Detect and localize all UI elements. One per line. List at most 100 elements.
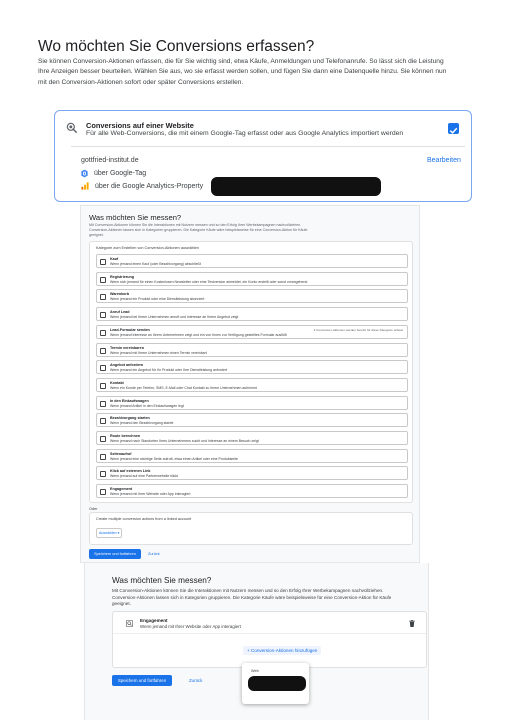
category-icon <box>100 418 106 425</box>
save-continue-button[interactable]: Speichern und fortfahren <box>89 549 141 559</box>
conversion-location-section: Wo möchten Sie Conversions erfassen? Sie… <box>0 0 509 205</box>
description-line: Mit Conversion-Aktionen können Sie die I… <box>112 588 384 593</box>
category-title: Seitenaufruf <box>110 451 132 456</box>
save-continue-button[interactable]: Speichern und fortfahren <box>112 675 172 686</box>
section-title: Was möchten Sie messen? <box>89 213 182 222</box>
category-description: Wenn jemand ein Angebot für Ihr Produkt … <box>110 368 228 373</box>
trash-icon[interactable] <box>409 620 415 627</box>
website-conversions-card[interactable]: Conversions auf einer Website Für alle W… <box>54 110 472 202</box>
source-dropdown-menu: Web <box>242 663 309 704</box>
category-title: Kontakt <box>110 380 124 385</box>
category-description: Wenn jemand Artikel in den Einkaufswagen… <box>110 403 184 408</box>
description-line: Ihre Anzeigen besser beurteilen. Wählen … <box>38 68 447 76</box>
category-title: Kauf <box>110 257 119 261</box>
category-description: Wenn jemand einen Kauf (oder Bezahlvorga… <box>110 262 201 266</box>
category-option[interactable]: Bezahlvorgang starten Wenn jemand den Bez… <box>96 413 408 428</box>
category-title: Registrierung <box>110 274 134 279</box>
category-option[interactable]: Kontakt Wenn ein Kunde per Telefon, SMS, … <box>96 377 408 392</box>
linked-account-text: Create multiple conversion actions from … <box>96 517 192 521</box>
category-option[interactable]: Lead-Formular senden Wenn jemand Interess… <box>96 324 408 339</box>
category-description: Wenn jemand eine wichtige Seite aufruft,… <box>110 456 238 461</box>
checkmark-icon <box>449 127 458 134</box>
description-line: mit den Conversion-Aktionen sofort oder … <box>38 78 244 86</box>
category-list: Kategorie zum Erstellen von Conversion-A… <box>89 241 413 503</box>
category-icon <box>100 489 106 496</box>
source-google-tag-label: über Google-Tag <box>94 170 147 177</box>
or-label: Oder <box>89 507 98 511</box>
category-title: Lead-Formular senden <box>110 327 150 332</box>
redacted-menu-item[interactable] <box>248 676 306 691</box>
category-title: Engagement <box>110 487 133 492</box>
category-icon <box>100 471 106 478</box>
category-description: Wenn jemand auf eine Partnerwebsite klic… <box>110 474 179 479</box>
google-tag-icon <box>81 169 88 178</box>
description-line: geeignet. <box>112 601 131 607</box>
category-title: Klick auf externen Link <box>110 469 151 474</box>
category-option[interactable]: Klick auf externen Link Wenn jemand auf e… <box>96 466 408 481</box>
select-dropdown[interactable]: Auswählen ▾ <box>96 528 122 538</box>
add-conversion-screen: Was möchten Sie messen? Mit Conversion-A… <box>84 563 429 720</box>
category-description: Wenn jemand nach Standorten Ihres Untern… <box>110 439 259 443</box>
card-subtitle: Für alle Web-Conversions, die mit einem … <box>86 130 404 137</box>
website-domain: gottfried-institut.de <box>81 157 139 164</box>
section-title: Was möchten Sie messen? <box>112 576 212 585</box>
back-button[interactable]: Zurück <box>189 675 202 686</box>
redacted-property <box>211 177 381 196</box>
category-icon <box>100 365 106 372</box>
back-button[interactable]: Zurück <box>148 549 160 559</box>
add-conversion-actions-button[interactable]: + Conversion-Aktionen hinzufügen <box>243 646 322 655</box>
description-line: Sie können Conversion-Aktionen erfassen,… <box>38 58 444 65</box>
category-option[interactable]: Angebot anfordern Wenn jemand ein Angebot… <box>96 360 408 375</box>
engagement-title: Engagement <box>140 618 168 623</box>
category-description: Wenn jemand ein Produkt oder eine Dienst… <box>110 297 205 302</box>
category-note: 2 Conversion-Aktionen werden bereits für… <box>313 327 403 332</box>
category-title: Angebot anfordern <box>110 363 144 368</box>
measure-categories-screen: Was möchten Sie messen? Mit Conversion-A… <box>80 205 420 563</box>
edit-button[interactable]: Bearbeiten <box>427 157 461 164</box>
category-description: Wenn jemand mit Ihrer Website oder App i… <box>110 492 191 497</box>
category-title: Warenkorb <box>110 292 130 297</box>
google-analytics-icon <box>81 182 89 190</box>
category-option[interactable]: Warenkorb Wenn jemand ein Produkt oder ei… <box>96 289 408 304</box>
category-description: Wenn jemand den Bezahlvorgang startet <box>110 421 174 426</box>
section-description: Mit Conversion-Aktionen können Sie die I… <box>89 223 419 238</box>
category-option[interactable]: Anruf Lead Wenn jemand bei Ihrem Unterneh… <box>96 307 408 322</box>
category-icon <box>100 436 106 442</box>
category-option[interactable]: Engagement Wenn jemand mit Ihrer Website … <box>96 484 408 499</box>
description-line: geeignet. <box>89 233 104 237</box>
category-icon <box>100 294 106 301</box>
engagement-card: Engagement Wenn jemand mit Ihrer Website… <box>112 611 427 668</box>
category-option[interactable]: Seitenaufruf Wenn jemand eine wichtige Se… <box>96 448 408 463</box>
source-google-analytics: über die Google Analytics-Property <box>81 182 203 190</box>
category-option[interactable]: Registrierung Wenn sich jemand für einen … <box>96 271 408 286</box>
category-description: Wenn jemand mit Ihrem Unternehmen einen … <box>110 350 207 355</box>
section-description: Mit Conversion-Aktionen können Sie die I… <box>112 588 430 608</box>
category-heading: Kategorie zum Erstellen von Conversion-A… <box>96 246 199 250</box>
category-description: Wenn jemand bei Ihrem Unternehmen anruft… <box>110 315 239 320</box>
website-checkbox[interactable] <box>448 123 459 134</box>
category-icon <box>100 453 106 460</box>
category-option[interactable]: In den Einkaufswagen Wenn jemand Artikel … <box>96 395 408 410</box>
category-icon <box>100 347 106 354</box>
category-option[interactable]: Kauf Wenn jemand einen Kauf (oder Bezahlv… <box>96 254 408 268</box>
category-description: Wenn jemand Interesse an Ihrem Unternehm… <box>110 332 287 337</box>
category-icon <box>100 400 106 407</box>
page-title: Wo möchten Sie Conversions erfassen? <box>38 38 315 55</box>
cursor-click-icon <box>66 122 78 134</box>
card-title: Conversions auf einer Website <box>86 121 194 130</box>
category-description: Wenn sich jemand für einen Kostenlosen N… <box>110 279 308 284</box>
dropdown-web-label: Web <box>251 669 259 673</box>
category-icon <box>100 259 106 265</box>
description-line: Conversion-Aktionen lassen sich in Kateg… <box>112 594 392 600</box>
category-option[interactable]: Route berechnen Wenn jemand nach Standort… <box>96 431 408 445</box>
category-title: Bezahlvorgang starten <box>110 416 150 421</box>
engagement-row[interactable]: Engagement Wenn jemand mit Ihrer Website… <box>113 612 426 634</box>
category-title: In den Einkaufswagen <box>110 398 149 403</box>
divider <box>71 146 465 147</box>
category-icon <box>100 276 106 283</box>
page-description: Sie können Conversion-Aktionen erfassen,… <box>38 57 508 88</box>
category-icon <box>100 382 106 389</box>
linked-account-box: Create multiple conversion actions from … <box>89 512 413 545</box>
source-google-analytics-label: über die Google Analytics-Property <box>95 182 204 190</box>
category-option[interactable]: Termin vereinbaren Wenn jemand mit Ihrem … <box>96 342 408 357</box>
